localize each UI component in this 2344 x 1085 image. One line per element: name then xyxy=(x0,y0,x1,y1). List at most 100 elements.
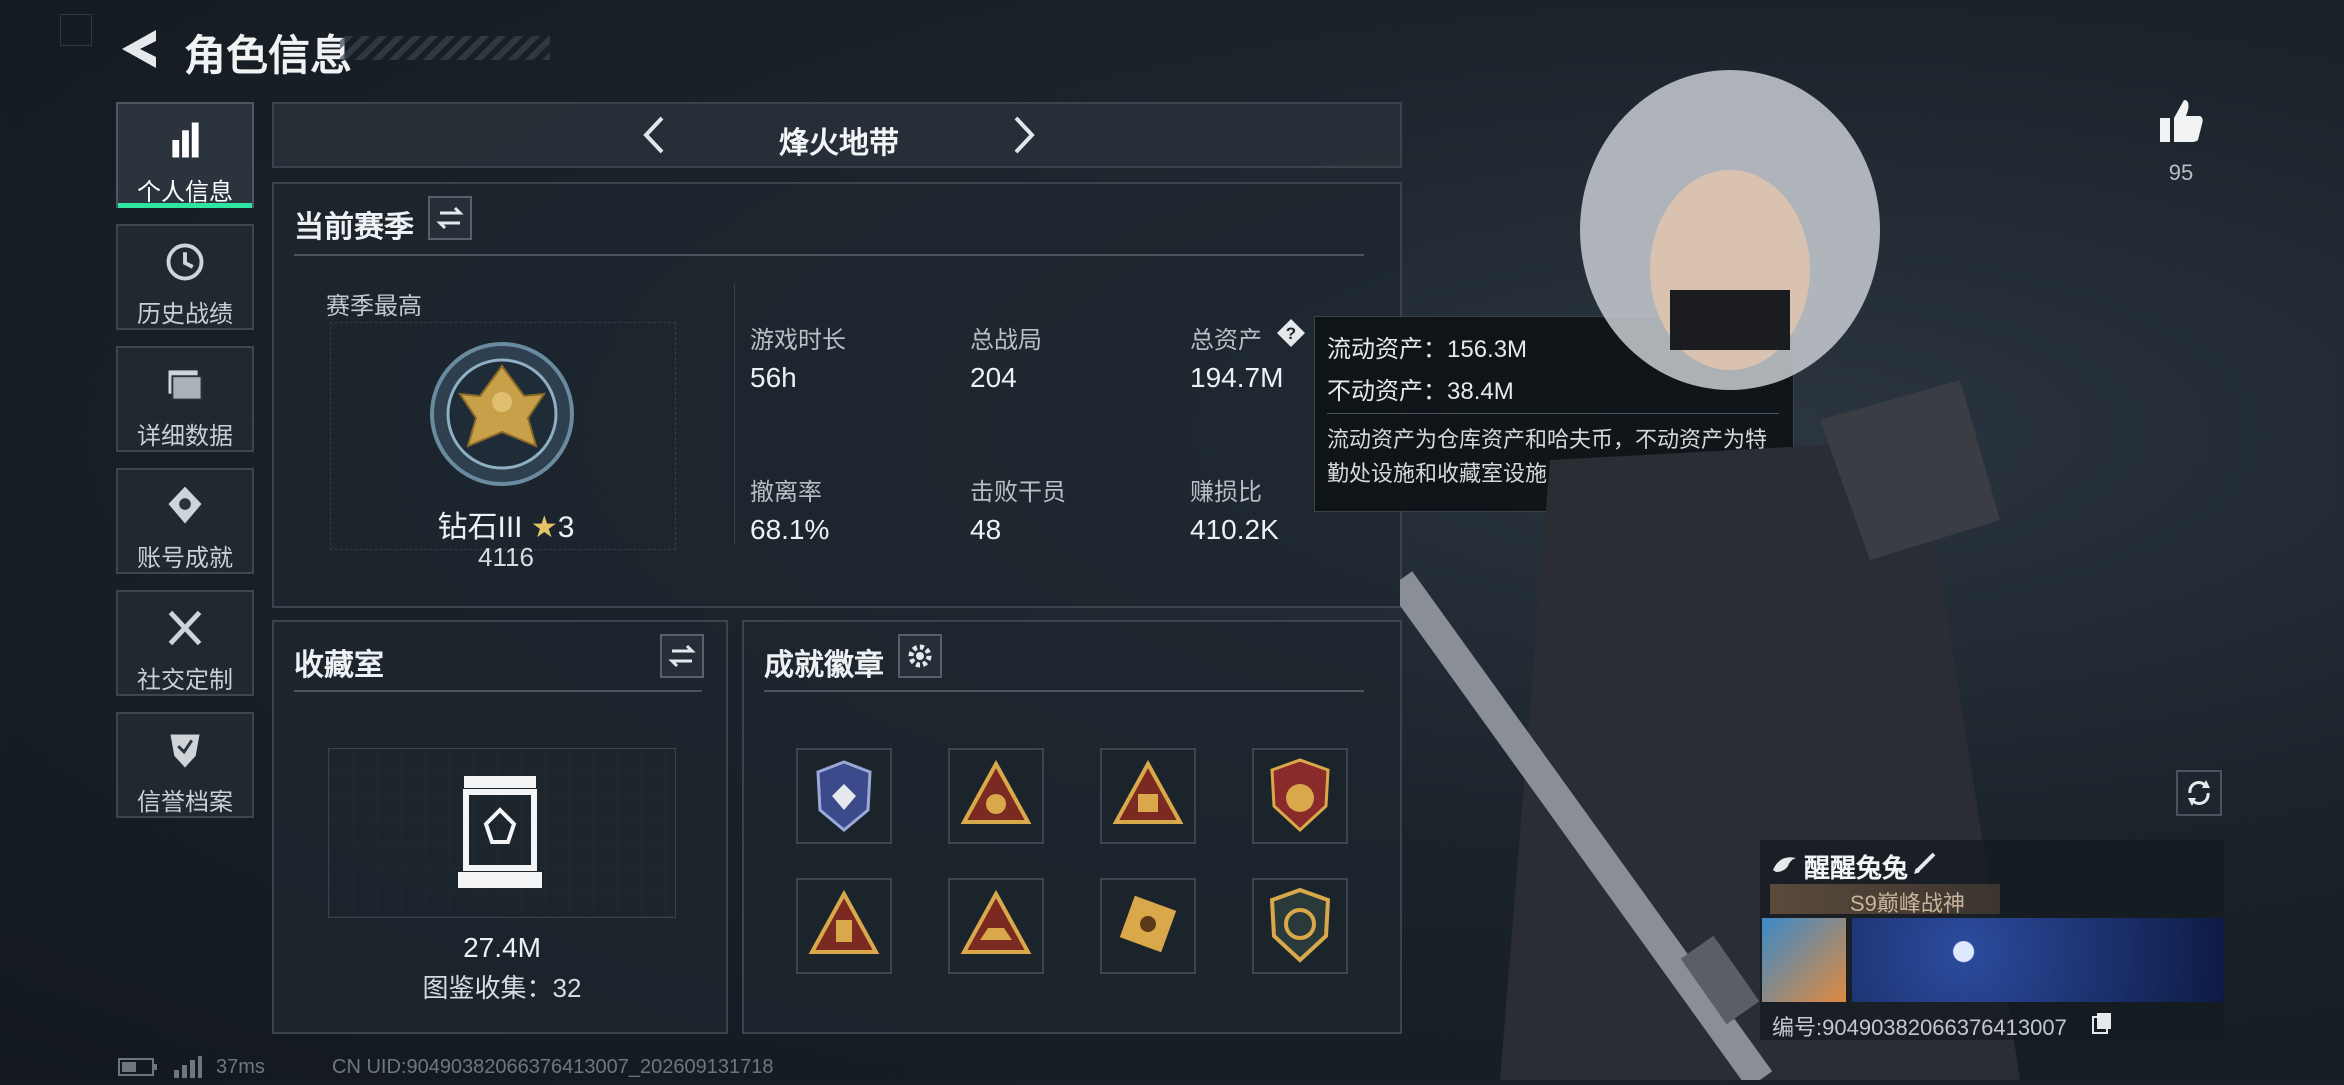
bar-chart-icon xyxy=(172,122,199,158)
achievement-badge[interactable] xyxy=(1252,748,1348,844)
credit-shield-icon xyxy=(170,734,200,768)
stat-label-assets: 总资产 xyxy=(1190,327,1262,354)
stat-value-playtime: 56h xyxy=(750,362,797,393)
sidebar-item-achievements[interactable]: 账号成就 xyxy=(116,468,254,574)
triangle-badge-icon xyxy=(960,889,1032,954)
season-panel: 当前赛季 赛季最高 钻石III ★3 4116 游戏时长 56h 总战局 204… xyxy=(272,182,1402,608)
divider xyxy=(294,254,1364,256)
sidebar-item-label: 历史战绩 xyxy=(137,301,233,328)
stat-label-profit-ratio: 赚损比 xyxy=(1190,479,1262,506)
sidebar-item-label: 个人信息 xyxy=(137,179,233,206)
rank-points: 4116 xyxy=(478,542,534,572)
achievement-badge[interactable] xyxy=(796,878,892,974)
copy-id-button[interactable] xyxy=(2090,1010,2114,1034)
crest-badge-icon xyxy=(1270,758,1330,833)
collection-switch-button[interactable] xyxy=(660,634,704,678)
like-count: 95 xyxy=(2168,160,2194,185)
triangle-badge-icon xyxy=(808,889,880,954)
name-card-banner[interactable] xyxy=(1852,918,2224,1002)
achievements-title: 成就徽章 xyxy=(764,649,884,682)
achievement-icon xyxy=(168,486,202,524)
swap-icon xyxy=(668,644,696,668)
rotate-character-button[interactable] xyxy=(2176,770,2222,816)
refresh-icon xyxy=(2188,780,2210,806)
achievements-panel: 成就徽章 xyxy=(742,620,1402,1034)
triangle-badge-icon xyxy=(1112,759,1184,824)
dolphin-icon xyxy=(1773,857,1796,872)
sidebar-item-history[interactable]: 历史战绩 xyxy=(116,224,254,330)
signal-icon xyxy=(174,1056,202,1078)
rank-name-row: 钻石III ★3 xyxy=(426,502,586,546)
shield-badge-icon xyxy=(816,760,872,832)
wreath-badge-icon xyxy=(1269,887,1331,963)
stat-value-matches: 204 xyxy=(970,362,1017,393)
player-id-label: 编号: xyxy=(1772,1015,1823,1040)
sidebar-item-details[interactable]: 详细数据 xyxy=(116,346,254,452)
sidebar-item-social[interactable]: 社交定制 xyxy=(116,590,254,696)
folder-icon xyxy=(168,370,203,401)
collection-title: 收藏室 xyxy=(294,649,384,682)
stat-label-kills: 击败干员 xyxy=(970,479,1066,506)
achievement-badge[interactable] xyxy=(796,748,892,844)
title-badge-text: S9巅峰战神 xyxy=(1850,891,1965,916)
svg-text:?: ? xyxy=(1286,324,1296,343)
back-button[interactable] xyxy=(116,26,162,72)
display-case-icon xyxy=(458,776,542,888)
season-best-label: 赛季最高 xyxy=(326,293,422,320)
next-mode-button[interactable] xyxy=(1000,112,1046,158)
chevron-left-icon xyxy=(643,116,664,154)
achievement-badge[interactable] xyxy=(948,748,1044,844)
achievement-badge[interactable] xyxy=(1252,878,1348,974)
mode-title: 烽火地带 xyxy=(779,127,899,160)
stat-value-profit-ratio: 410.2K xyxy=(1190,514,1279,545)
rank-stars: 3 xyxy=(557,511,575,544)
copy-icon xyxy=(2092,1013,2111,1034)
gear-icon xyxy=(908,644,932,668)
assets-help-icon[interactable]: ? xyxy=(1276,318,1306,348)
pencil-icon xyxy=(1914,852,1936,874)
page-title: 角色信息 xyxy=(184,32,353,79)
sidebar-item-label: 账号成就 xyxy=(137,545,233,572)
sidebar-item-personal-info[interactable]: 个人信息 xyxy=(116,102,254,208)
season-title: 当前赛季 xyxy=(294,211,414,244)
stat-label-playtime: 游戏时长 xyxy=(750,327,846,354)
history-clock-icon xyxy=(166,243,204,281)
corner-decoration xyxy=(60,14,92,46)
chevron-right-icon xyxy=(1014,116,1035,154)
achievement-badge[interactable] xyxy=(1100,878,1196,974)
sidebar-item-credit[interactable]: 信誉档案 xyxy=(116,712,254,818)
stat-label-extract-rate: 撤离率 xyxy=(750,479,822,506)
title-badge: S9巅峰战神 xyxy=(1770,884,2000,916)
collection-value: 27.4M xyxy=(463,932,541,963)
achievement-badge[interactable] xyxy=(1100,748,1196,844)
prev-mode-button[interactable] xyxy=(632,112,678,158)
like-button[interactable] xyxy=(2156,96,2206,146)
thumbs-up-icon xyxy=(2160,100,2203,142)
player-name: 醒醒兔兔 xyxy=(1804,853,1909,883)
stats-divider xyxy=(734,284,735,544)
stat-value-assets: 194.7M xyxy=(1190,362,1284,393)
stat-value-extract-rate: 68.1% xyxy=(750,514,830,545)
back-arrow-icon xyxy=(122,30,156,68)
player-id-row: 编号:90490382066376413007 xyxy=(1772,1010,2067,1042)
rank-name: 钻石III xyxy=(437,511,523,544)
triangle-badge-icon xyxy=(960,759,1032,824)
achievements-settings-button[interactable] xyxy=(898,634,942,678)
player-avatar[interactable] xyxy=(1762,918,1846,1002)
diamond-rank-emblem-icon xyxy=(430,342,574,486)
sidebar-item-label: 信誉档案 xyxy=(137,789,233,816)
divider xyxy=(294,690,702,692)
uid-text: CN UID:90490382066376413007_202609131718 xyxy=(332,1056,774,1078)
mode-selector: 烽火地带 xyxy=(272,102,1402,168)
sidebar-item-label: 详细数据 xyxy=(137,423,233,450)
stat-value-kills: 48 xyxy=(970,514,1002,545)
star-icon: ★ xyxy=(530,511,558,544)
season-switch-button[interactable] xyxy=(428,196,472,240)
catalog-row: 图鉴收集：32 xyxy=(274,968,730,1005)
ping-text: 37ms xyxy=(216,1056,265,1078)
achievement-badge[interactable] xyxy=(948,878,1044,974)
edit-name-button[interactable] xyxy=(1910,846,1942,878)
tools-icon xyxy=(168,610,202,646)
divider xyxy=(764,690,1364,692)
stat-label-matches: 总战局 xyxy=(970,327,1042,354)
